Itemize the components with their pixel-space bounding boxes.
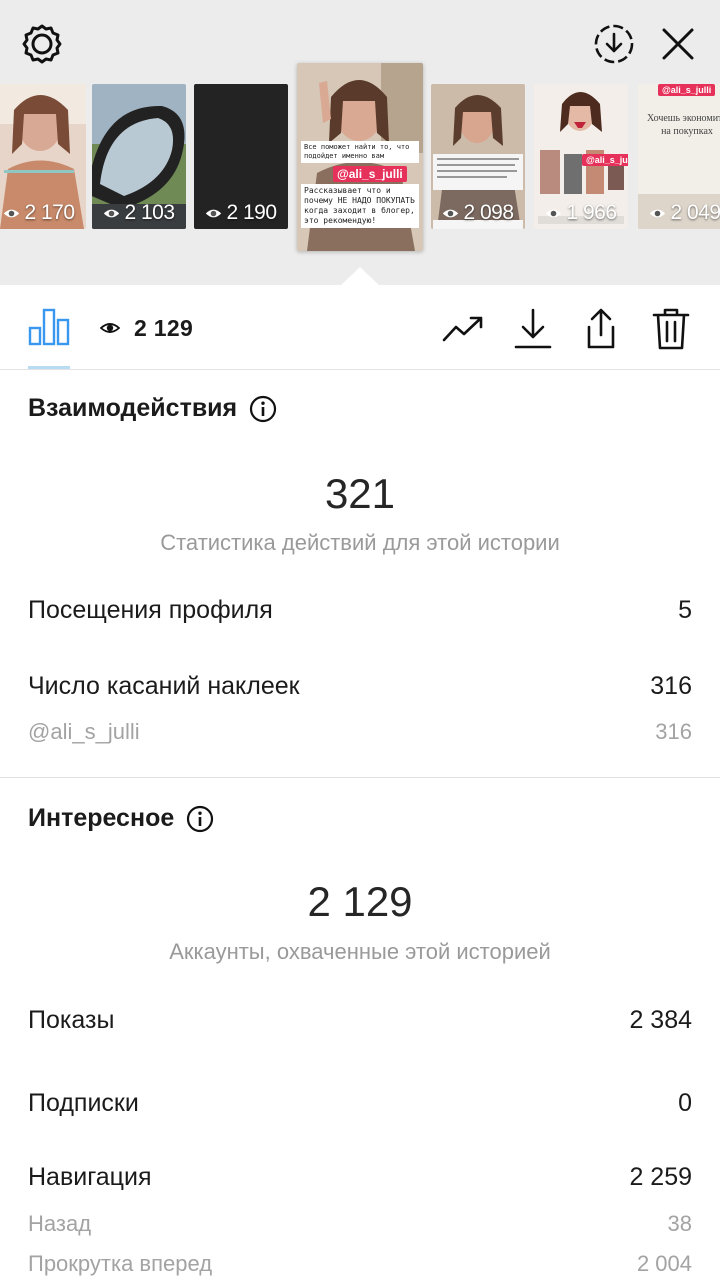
info-icon[interactable] <box>249 395 277 423</box>
stat-row-sticker-taps: Число касаний наклеек 316 <box>28 672 692 701</box>
download-circle-icon[interactable] <box>586 16 642 72</box>
stat-subrow-forward: Прокрутка вперед 2 004 <box>28 1251 692 1277</box>
stat-row-navigation: Навигация 2 259 <box>28 1163 692 1192</box>
stat-label: Число касаний наклеек <box>28 672 300 700</box>
story-thumbnail[interactable]: @ali_s_julli Хочешь экономить на покупка… <box>638 84 720 229</box>
interactions-title: Взаимодействия <box>28 394 238 422</box>
story-handle-sticker[interactable]: @ali_s_julli <box>333 166 407 182</box>
stat-label: @ali_s_julli <box>28 719 140 744</box>
story-handle-sticker[interactable]: @ali_s_julli <box>658 84 716 96</box>
settings-gear-icon[interactable] <box>14 16 70 72</box>
story-thumbnail[interactable]: @ali_s_julli 1 966 <box>534 84 628 229</box>
stat-value: 2 384 <box>629 1006 692 1034</box>
stat-label: Навигация <box>28 1163 152 1191</box>
stat-row-profile-visits: Посещения профиля 5 <box>28 596 692 625</box>
stat-subrow-handle: @ali_s_julli 316 <box>28 719 692 745</box>
story-caption-1: Все поможет найти то, что подойдет именн… <box>301 141 419 163</box>
eye-icon <box>650 209 666 217</box>
close-icon[interactable] <box>650 16 706 72</box>
save-download-icon[interactable] <box>508 304 558 354</box>
selected-story-pointer <box>340 267 380 286</box>
story-thumbnail[interactable]: 2 190 <box>194 84 288 229</box>
trending-up-icon[interactable] <box>438 304 488 354</box>
insights-bar-chart-icon[interactable] <box>24 302 74 350</box>
story-views: 2 190 <box>194 201 288 225</box>
selected-story-thumbnail[interactable]: Все поможет найти то, что подойдет именн… <box>297 63 423 251</box>
story-note-text: Хочешь экономить на покупках <box>647 113 720 137</box>
share-icon[interactable] <box>576 304 626 354</box>
story-handle-sticker[interactable]: @ali_s_julli <box>582 154 628 166</box>
story-thumbnails-strip: 2 170 2 103 2 190 Все поможет найти то, … <box>0 63 720 254</box>
story-views: 2 098 <box>431 201 525 225</box>
story-caption-2: Рассказывает что и почему НЕ НАДО ПОКУПА… <box>301 184 419 228</box>
discovery-section-title: Интересное <box>28 804 214 833</box>
stat-label: Посещения профиля <box>28 596 273 624</box>
stat-value: 2 259 <box>629 1163 692 1191</box>
stat-value: 5 <box>678 596 692 624</box>
discovery-total: 2 129 <box>307 878 413 925</box>
discovery-caption: Аккаунты, охваченные этой историей <box>169 939 551 964</box>
stat-value: 316 <box>655 719 692 744</box>
eye-icon <box>443 209 459 217</box>
story-viewer-header: 2 170 2 103 2 190 Все поможет найти то, … <box>0 0 720 285</box>
stat-value: 316 <box>650 672 692 700</box>
story-insights-screen: 2 170 2 103 2 190 Все поможет найти то, … <box>0 0 720 1280</box>
interactions-total: 321 <box>324 470 396 517</box>
stat-label: Подписки <box>28 1089 139 1117</box>
stat-row-impressions: Показы 2 384 <box>28 1006 692 1035</box>
story-thumbnail[interactable]: 2 098 <box>431 84 525 229</box>
stat-label: Прокрутка вперед <box>28 1251 213 1276</box>
delete-trash-icon[interactable] <box>646 304 696 354</box>
discovery-title: Интересное <box>28 804 175 832</box>
interactions-caption: Статистика действий для этой истории <box>160 530 560 555</box>
eye-icon <box>4 209 20 217</box>
eye-icon <box>104 209 120 217</box>
stat-label: Показы <box>28 1006 115 1034</box>
views-total: 2 129 <box>100 308 193 348</box>
section-divider <box>0 777 720 778</box>
eye-icon <box>546 209 562 217</box>
stat-row-follows: Подписки 0 <box>28 1089 692 1118</box>
stat-value: 2 004 <box>636 1251 692 1276</box>
eye-icon <box>100 323 120 333</box>
story-thumbnail[interactable]: 2 103 <box>92 84 186 229</box>
story-views: 2 103 <box>92 201 186 225</box>
interactions-section-title: Взаимодействия <box>28 394 277 423</box>
insights-toolbar: 2 129 <box>0 286 720 370</box>
active-tab-indicator <box>28 366 70 369</box>
views-count: 2 129 <box>134 314 194 341</box>
eye-icon <box>206 209 222 217</box>
stat-value: 38 <box>667 1211 692 1236</box>
story-thumbnail[interactable]: 2 170 <box>0 84 86 229</box>
story-views: 2 170 <box>0 201 86 225</box>
story-views: 2 049 <box>638 201 720 225</box>
story-views: 1 966 <box>534 201 628 225</box>
stat-label: Назад <box>28 1211 92 1236</box>
info-icon[interactable] <box>186 805 214 833</box>
stat-subrow-back: Назад 38 <box>28 1211 692 1237</box>
stat-value: 0 <box>678 1089 692 1117</box>
